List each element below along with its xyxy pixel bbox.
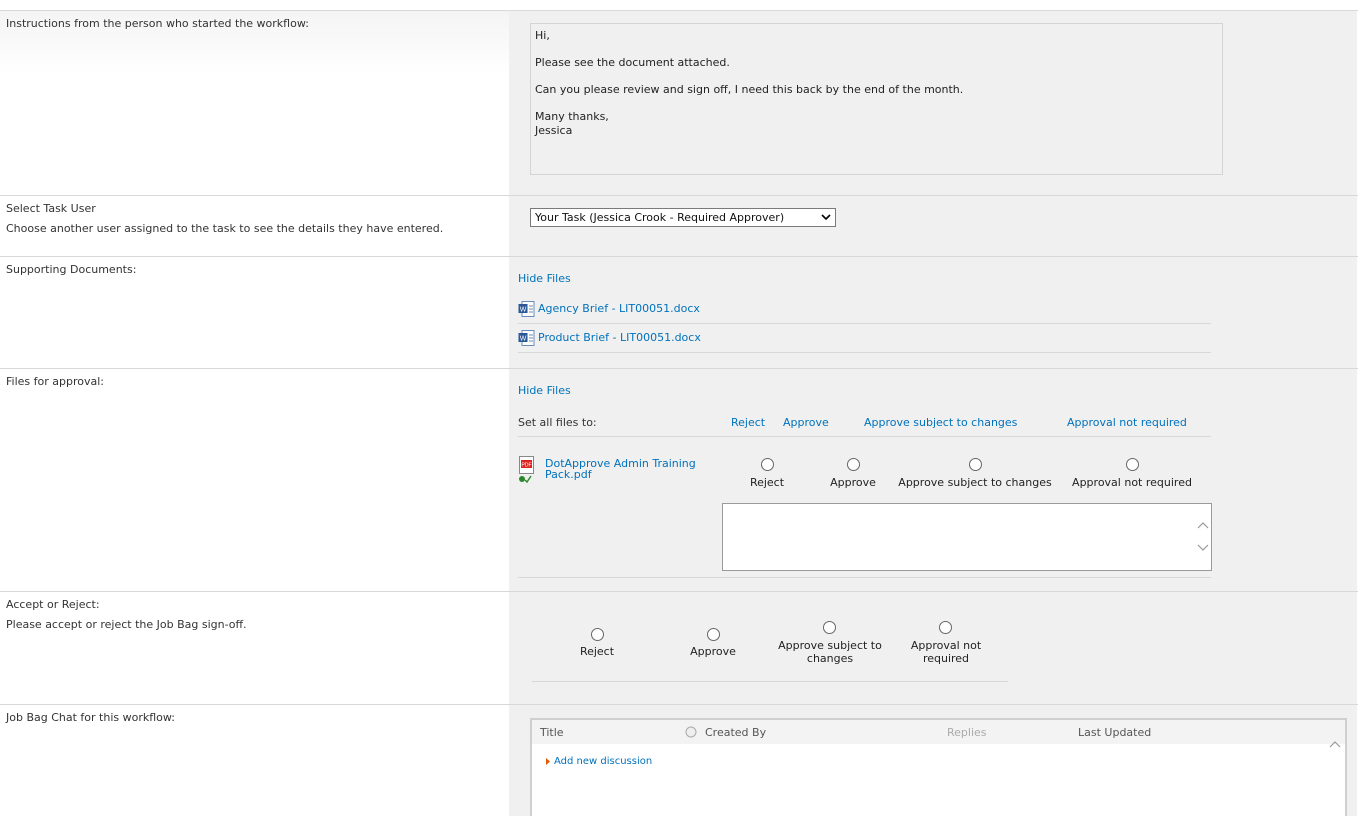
set-all-label: Set all files to: (518, 416, 597, 429)
instructions-greeting: Hi, (535, 29, 550, 42)
instructions-line-2: Can you please review and sign off, I ne… (535, 83, 964, 96)
instructions-row: Instructions from the person who started… (0, 11, 1358, 196)
supporting-file-link[interactable]: Agency Brief - LIT00051.docx (538, 302, 700, 315)
column-header-last-updated[interactable]: Last Updated (1078, 726, 1151, 739)
chevron-up-icon (1197, 522, 1209, 529)
file-reject-label: Reject (749, 476, 785, 489)
approval-hide-files-link[interactable]: Hide Files (518, 384, 571, 397)
file-not-required-label: Approval not required (1072, 476, 1192, 489)
set-all-approve-subject-link[interactable]: Approve subject to changes (864, 416, 1017, 429)
comment-scrollbar[interactable] (1194, 504, 1211, 570)
svg-text:W: W (520, 336, 527, 343)
bullet-arrow-icon (546, 758, 550, 765)
svg-text:PDF: PDF (522, 463, 532, 469)
files-for-approval-label: Files for approval: (6, 375, 104, 388)
svg-text:W: W (520, 307, 527, 314)
chat-label: Job Bag Chat for this workflow: (6, 711, 175, 724)
file-approve-subject-label: Approve subject to changes (898, 476, 1052, 489)
word-doc-icon: W (518, 301, 535, 317)
accept-reject-row: Accept or Reject: Please accept or rejec… (0, 592, 1358, 705)
task-user-label: Select Task User (6, 202, 96, 215)
instructions-label: Instructions from the person who started… (6, 17, 309, 30)
list-item[interactable]: W Product Brief - LIT00051.docx (518, 324, 1211, 353)
column-header-title[interactable]: Title (540, 726, 564, 739)
instructions-signature: Jessica (535, 123, 573, 137)
set-all-not-required-link[interactable]: Approval not required (1067, 416, 1187, 429)
accept-reject-radio[interactable] (591, 628, 604, 641)
files-for-approval-row: Files for approval: Hide Files Set all f… (0, 369, 1358, 592)
file-reject-radio[interactable] (761, 458, 774, 471)
approval-file-link[interactable]: DotApprove Admin Training Pack.pdf (545, 458, 705, 480)
column-header-created-by[interactable]: Created By (705, 726, 766, 739)
file-approve-subject-radio[interactable] (969, 458, 982, 471)
supporting-hide-files-link[interactable]: Hide Files (518, 272, 571, 285)
accept-reject-option-label: Reject (579, 645, 615, 658)
file-approve-radio[interactable] (847, 458, 860, 471)
chevron-down-icon (1197, 544, 1209, 551)
supporting-documents-label: Supporting Documents: (6, 263, 137, 276)
accept-approve-radio[interactable] (707, 628, 720, 641)
set-all-reject-link[interactable]: Reject (731, 416, 765, 429)
select-all-icon[interactable] (685, 726, 697, 738)
accept-approve-subject-radio[interactable] (823, 621, 836, 634)
job-bag-chat-row: Job Bag Chat for this workflow: Title Cr… (0, 705, 1358, 816)
accept-not-required-label: Approval not required (910, 639, 982, 665)
task-user-description: Choose another user assigned to the task… (6, 222, 444, 235)
file-not-required-radio[interactable] (1126, 458, 1139, 471)
instructions-box: Hi, Please see the document attached. Ca… (530, 23, 1223, 175)
accept-reject-description: Please accept or reject the Job Bag sign… (6, 618, 247, 631)
file-comment-textarea[interactable] (722, 503, 1212, 571)
accept-reject-label: Accept or Reject: (6, 598, 100, 611)
column-header-replies[interactable]: Replies (947, 726, 987, 739)
file-approve-label: Approve (830, 476, 876, 489)
chevron-up-icon[interactable] (1329, 740, 1341, 748)
discussion-header: Title Created By Replies Last Updated (532, 720, 1345, 744)
task-user-selected-value: Your Task (Jessica Crook - Required Appr… (535, 211, 785, 224)
discussion-list: Title Created By Replies Last Updated Ad… (530, 718, 1347, 816)
supporting-documents-row: Supporting Documents: Hide Files W Agenc… (0, 257, 1358, 369)
instructions-line-1: Please see the document attached. (535, 56, 730, 69)
accept-approve-label: Approve (690, 645, 736, 658)
chevron-down-icon (821, 214, 831, 221)
workflow-task-form: Instructions from the person who started… (0, 10, 1358, 816)
add-new-discussion-link[interactable]: Add new discussion (554, 756, 652, 767)
word-doc-icon: W (518, 330, 535, 346)
list-item[interactable]: W Agency Brief - LIT00051.docx (518, 295, 1211, 324)
supporting-file-link[interactable]: Product Brief - LIT00051.docx (538, 331, 701, 344)
set-all-files-bar: Set all files to: Reject Approve Approve… (518, 411, 1211, 437)
accept-approve-subject-label: Approve subject to changes (778, 639, 882, 665)
task-user-select[interactable]: Your Task (Jessica Crook - Required Appr… (530, 208, 836, 227)
accept-not-required-radio[interactable] (939, 621, 952, 634)
pdf-icon: PDF (519, 456, 534, 484)
instructions-closing: Many thanks, (535, 110, 609, 123)
set-all-approve-link[interactable]: Approve (783, 416, 829, 429)
task-user-row: Select Task User Choose another user ass… (0, 196, 1358, 257)
